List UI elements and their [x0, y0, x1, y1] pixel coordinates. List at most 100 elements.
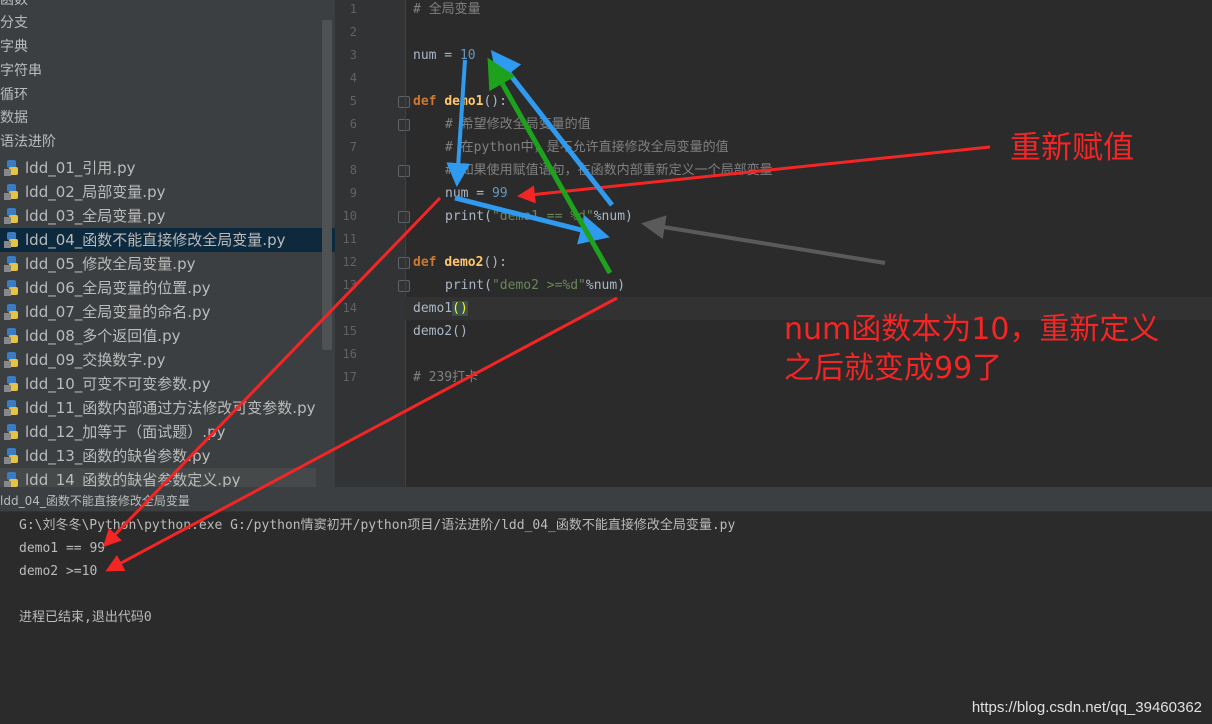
comment: # 如果使用赋值语句，在函数内部重新定义一个局部变量: [445, 163, 773, 178]
comment: # 希望修改全局变量的值: [445, 117, 591, 132]
folder-item[interactable]: 语法进阶: [0, 131, 56, 153]
line-number: 5: [349, 94, 357, 108]
file-name: ldd_02_局部变量.py: [25, 183, 166, 201]
file-item[interactable]: ldd_02_局部变量.py: [0, 180, 316, 204]
file-name: ldd_01_引用.py: [25, 159, 136, 177]
line-number: 17: [342, 370, 357, 384]
file-name: ldd_11_函数内部通过方法修改可变参数.py: [25, 399, 316, 417]
fold-toggle-icon[interactable]: [398, 119, 410, 131]
code-line-3: num = 10: [413, 44, 476, 67]
file-name: ldd_03_全局变量.py: [25, 207, 166, 225]
code-line-8: # 如果使用赋值语句，在函数内部重新定义一个局部变量: [445, 159, 773, 182]
file-item[interactable]: ldd_08_多个返回值.py: [0, 324, 316, 348]
code-line-6: # 希望修改全局变量的值: [445, 113, 591, 136]
folder-item[interactable]: 分支: [0, 12, 28, 34]
file-item[interactable]: ldd_10_可变不可变参数.py: [0, 372, 316, 396]
python-file-icon: [4, 160, 18, 176]
sidebar-scrollbar[interactable]: [322, 20, 332, 350]
fold-toggle-icon[interactable]: [398, 257, 410, 269]
folder-item[interactable]: 数据: [0, 107, 28, 129]
line-number: 2: [349, 25, 357, 39]
line-number: 8: [349, 163, 357, 177]
punctuation: ():: [483, 94, 507, 109]
file-item[interactable]: ldd_11_函数内部通过方法修改可变参数.py: [0, 396, 316, 420]
folder-item[interactable]: 字典: [0, 36, 28, 58]
code-line-9: num = 99: [445, 182, 508, 205]
line-number: 7: [349, 140, 357, 154]
file-item[interactable]: ldd_05_修改全局变量.py: [0, 252, 316, 276]
code-editor[interactable]: 1 2 3 4 5 6 7 8 9 10 11 12 13 14 15 16 1…: [335, 0, 1212, 487]
string-literal: "demo1 == %d": [491, 209, 594, 224]
file-item[interactable]: ldd_03_全局变量.py: [0, 204, 316, 228]
console-line: demo2 >=10: [19, 564, 98, 579]
file-item[interactable]: ldd_07_全局变量的命名.py: [0, 300, 316, 324]
bracket-match: (): [452, 301, 468, 316]
file-item[interactable]: ldd_01_引用.py: [0, 156, 316, 180]
call: print(: [445, 278, 492, 293]
comment: # 239打卡: [413, 370, 479, 385]
folder-item[interactable]: 字符串: [0, 60, 42, 82]
line-number: 13: [342, 278, 357, 292]
call: %num): [585, 278, 626, 293]
file-name: ldd_14_函数的缺省参数定义.py: [25, 471, 241, 487]
run-tab-bar: ldd_04_函数不能直接修改全局变量: [0, 491, 1212, 512]
code-line-7: # 在python中，是不允许直接修改全局变量的值: [445, 136, 729, 159]
folder-item[interactable]: 函数: [0, 0, 28, 11]
file-name: ldd_07_全局变量的命名.py: [25, 303, 211, 321]
comment: # 在python中，是不允许直接修改全局变量的值: [445, 140, 729, 155]
project-sidebar: 函数 分支 字典 字符串 循环 数据 语法进阶 ldd_01_引用.py ldd…: [0, 0, 335, 487]
call: demo1: [413, 301, 453, 316]
file-name: ldd_08_多个返回值.py: [25, 327, 181, 345]
console-line: 进程已结束,退出代码0: [19, 610, 152, 625]
python-file-icon: [4, 448, 18, 464]
code-line-15: demo2(): [413, 320, 468, 343]
fold-toggle-icon[interactable]: [398, 280, 410, 292]
function-name: demo1: [444, 94, 484, 109]
folder-item[interactable]: 循环: [0, 84, 28, 106]
code-line-10: print("demo1 == %d"%num): [445, 205, 633, 228]
file-item[interactable]: ldd_09_交换数字.py: [0, 348, 316, 372]
fold-toggle-icon[interactable]: [398, 96, 410, 108]
gutter-divider: [405, 0, 406, 487]
python-file-icon: [4, 304, 18, 320]
python-file-icon: [4, 400, 18, 416]
file-item-selected[interactable]: ldd_04_函数不能直接修改全局变量.py: [0, 228, 335, 252]
line-number: 16: [342, 347, 357, 361]
fold-toggle-icon[interactable]: [398, 165, 410, 177]
run-console[interactable]: G:\刘冬冬\Python\python.exe G:/python情窦初开/p…: [0, 512, 1212, 724]
assignment: num =: [413, 48, 460, 63]
number-literal: 99: [491, 186, 508, 201]
fold-toggle-icon[interactable]: [398, 211, 410, 223]
annotation-explain-line1: num函数本为10，重新定义: [784, 312, 1160, 347]
annotation-explain-line2: 之后就变成99了: [784, 351, 1003, 386]
code-line-14: demo1(): [413, 297, 468, 320]
run-tab-title[interactable]: ldd_04_函数不能直接修改全局变量: [0, 491, 190, 511]
keyword: def: [413, 94, 445, 109]
python-file-icon: [4, 328, 18, 344]
line-number: 3: [349, 48, 357, 62]
call: print(: [445, 209, 492, 224]
code-line-13: print("demo2 >=%d"%num): [445, 274, 625, 297]
file-item[interactable]: ldd_12_加等于（面试题）.py: [0, 420, 316, 444]
file-item[interactable]: ldd_13_函数的缺省参数.py: [0, 444, 316, 468]
line-number: 15: [342, 324, 357, 338]
code-line-12: def demo2():: [413, 251, 507, 274]
string-literal: "demo2 >=%d": [491, 278, 586, 293]
file-name: ldd_13_函数的缺省参数.py: [25, 447, 211, 465]
file-item[interactable]: ldd_14_函数的缺省参数定义.py: [0, 468, 316, 487]
line-number: 4: [349, 71, 357, 85]
code-line-17: # 239打卡: [413, 366, 478, 389]
line-number: 9: [349, 186, 357, 200]
file-name: ldd_09_交换数字.py: [25, 351, 166, 369]
punctuation: ():: [483, 255, 507, 270]
keyword: def: [413, 255, 445, 270]
file-name: ldd_12_加等于（面试题）.py: [25, 423, 226, 441]
call: %num): [593, 209, 633, 224]
watermark: https://blog.csdn.net/qq_39460362: [971, 699, 1202, 716]
console-line: demo1 == 99: [19, 541, 106, 556]
python-file-icon: [4, 256, 18, 272]
python-file-icon: [4, 376, 18, 392]
file-item[interactable]: ldd_06_全局变量的位置.py: [0, 276, 316, 300]
number-literal: 10: [459, 48, 476, 63]
code-line-5: def demo1():: [413, 90, 507, 113]
